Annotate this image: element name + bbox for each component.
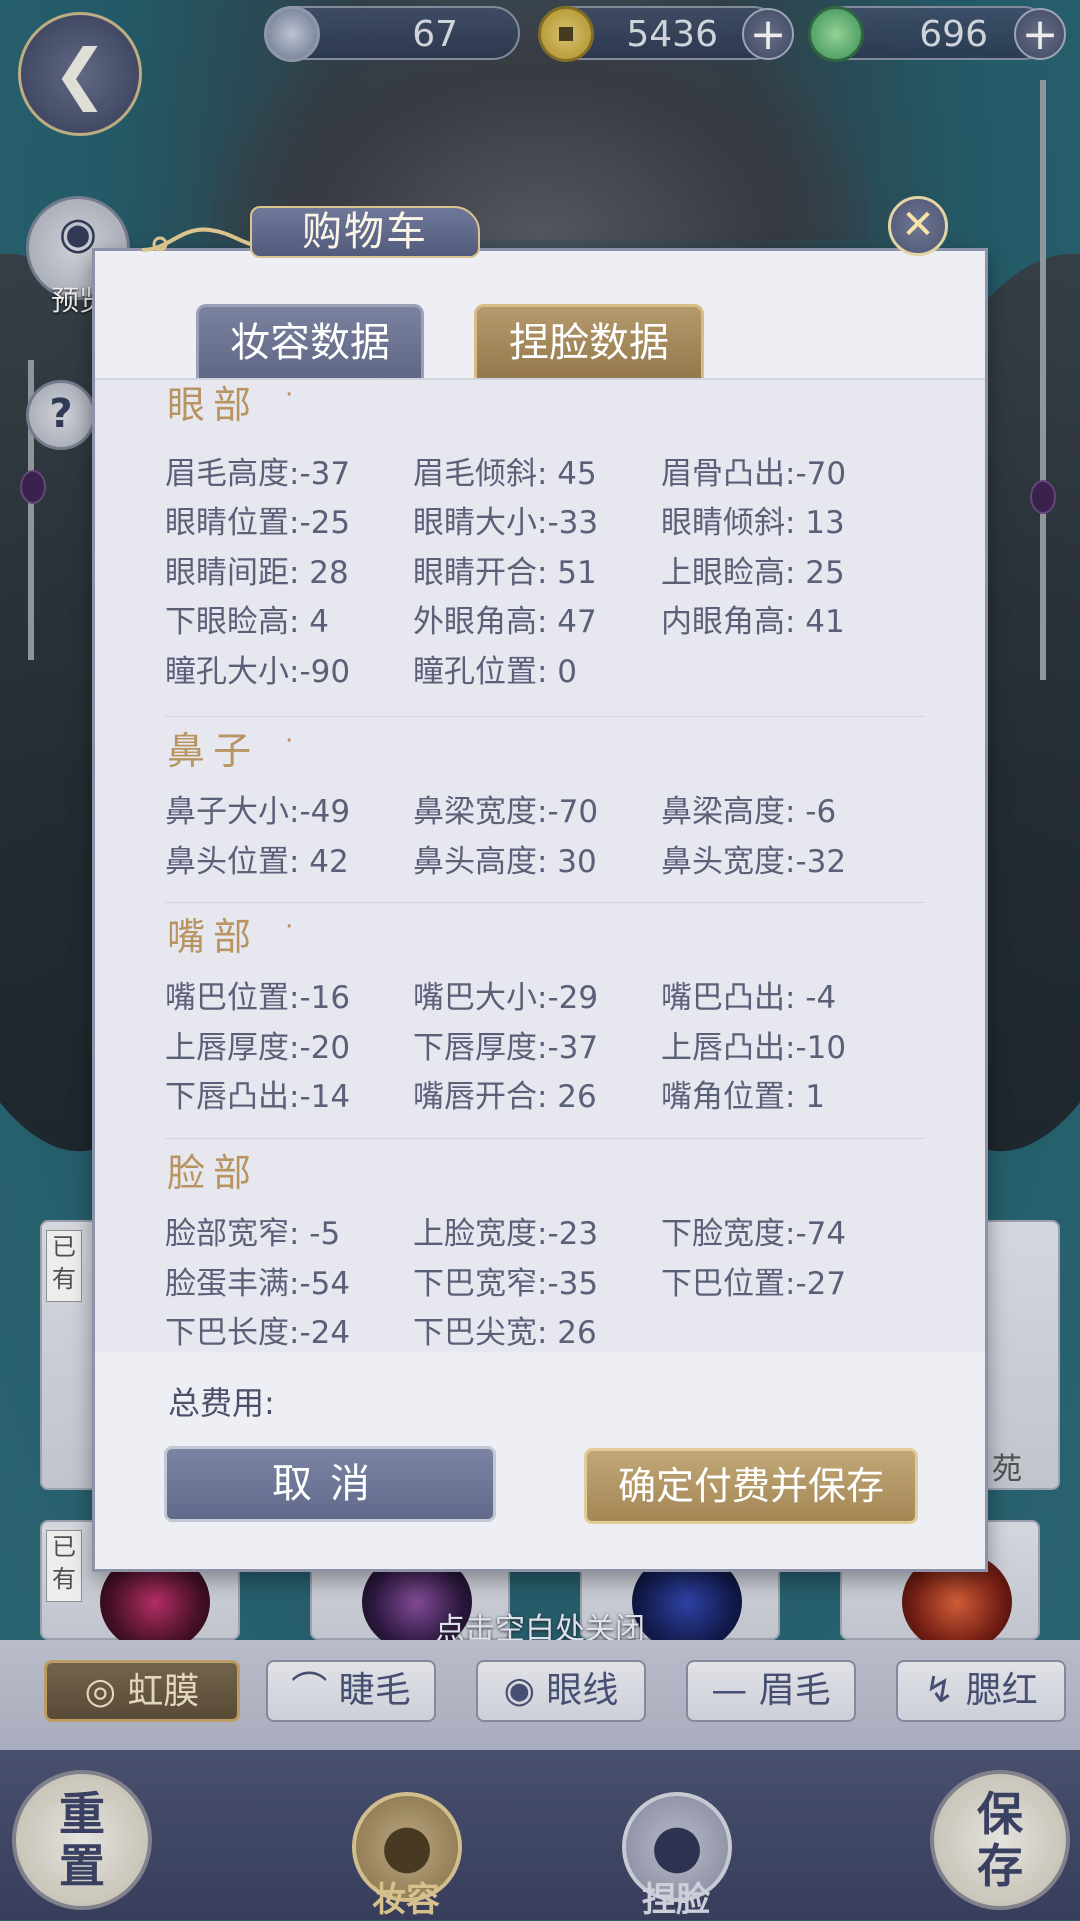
data-item: 嘴角位置: 1 (661, 1079, 826, 1115)
data-item: 嘴巴大小:-29 (413, 980, 599, 1016)
section-dot: · (285, 726, 294, 756)
cancel-button[interactable]: 取消 (164, 1446, 496, 1522)
data-item: 嘴唇开合: 26 (413, 1079, 597, 1115)
data-item: 鼻头位置: 42 (165, 844, 349, 880)
data-item: 眼睛大小:-33 (413, 505, 599, 541)
data-item: 上眼睑高: 25 (661, 555, 845, 591)
data-item: 上唇凸出:-10 (661, 1030, 847, 1066)
tab-face-data[interactable]: 捏脸数据 (474, 304, 704, 378)
close-button[interactable]: ✕ (888, 196, 948, 256)
data-row: 下巴长度:-24 下巴尖宽: 26 (165, 1307, 965, 1351)
data-item: 眉骨凸出:-70 (661, 456, 847, 492)
section-dot: · (285, 380, 294, 410)
section-dot: · (285, 912, 294, 942)
data-item: 下巴长度:-24 (165, 1315, 351, 1351)
data-item: 外眼角高: 47 (413, 604, 597, 640)
data-item: 瞳孔位置: 0 (413, 654, 578, 690)
data-item: 眉毛倾斜: 45 (413, 456, 597, 492)
data-item: 脸部宽窄: -5 (165, 1216, 341, 1252)
data-item: 内眼角高: 41 (661, 604, 845, 640)
data-row: 上唇厚度:-20 下唇厚度:-37 上唇凸出:-10 (165, 1022, 965, 1066)
data-item: 下唇凸出:-14 (165, 1079, 351, 1115)
data-item: 鼻子大小:-49 (165, 794, 351, 830)
data-item: 嘴巴凸出: -4 (661, 980, 837, 1016)
data-item: 眼睛位置:-25 (165, 505, 351, 541)
close-icon: ✕ (901, 202, 935, 248)
total-fee-label: 总费用: (168, 1384, 275, 1422)
section-title-eyes: 眼部 (167, 383, 260, 427)
data-item: 下巴位置:-27 (661, 1266, 847, 1302)
data-item: 上脸宽度:-23 (413, 1216, 599, 1252)
data-row: 瞳孔大小:-90 瞳孔位置: 0 (165, 646, 965, 690)
data-row: 眉毛高度:-37 眉毛倾斜: 45 眉骨凸出:-70 (165, 448, 965, 492)
section-title-face: 脸部 (167, 1151, 260, 1195)
data-item: 脸蛋丰满:-54 (165, 1266, 351, 1302)
data-item: 鼻头宽度:-32 (661, 844, 847, 880)
data-item: 上唇厚度:-20 (165, 1030, 351, 1066)
confirm-pay-save-button[interactable]: 确定付费并保存 (584, 1448, 918, 1524)
modal-title: 购物车 (250, 206, 480, 258)
section-title-mouth: 嘴部 (167, 915, 260, 959)
data-row: 脸部宽窄: -5 上脸宽度:-23 下脸宽度:-74 (165, 1208, 965, 1252)
data-item: 鼻梁宽度:-70 (413, 794, 599, 830)
data-item: 下眼睑高: 4 (165, 604, 330, 640)
data-row: 下唇凸出:-14 嘴唇开合: 26 嘴角位置: 1 (165, 1071, 965, 1115)
data-item: 下唇厚度:-37 (413, 1030, 599, 1066)
section-divider (165, 902, 925, 903)
data-item: 鼻梁高度: -6 (661, 794, 837, 830)
data-item: 眼睛开合: 51 (413, 555, 597, 591)
data-item: 瞳孔大小:-90 (165, 654, 351, 690)
data-item: 眉毛高度:-37 (165, 456, 351, 492)
data-row: 下眼睑高: 4 外眼角高: 47 内眼角高: 41 (165, 596, 965, 640)
data-item: 下巴尖宽: 26 (413, 1315, 597, 1351)
data-item: 下脸宽度:-74 (661, 1216, 847, 1252)
data-row: 嘴巴位置:-16 嘴巴大小:-29 嘴巴凸出: -4 (165, 972, 965, 1016)
data-row: 鼻子大小:-49 鼻梁宽度:-70 鼻梁高度: -6 (165, 786, 965, 830)
data-item: 眼睛间距: 28 (165, 555, 349, 591)
section-divider (165, 1138, 925, 1139)
data-row: 鼻头位置: 42 鼻头高度: 30 鼻头宽度:-32 (165, 836, 965, 880)
data-row: 眼睛位置:-25 眼睛大小:-33 眼睛倾斜: 13 (165, 497, 965, 541)
tab-makeup-data[interactable]: 妆容数据 (196, 304, 424, 378)
data-item: 眼睛倾斜: 13 (661, 505, 845, 541)
data-item: 下巴宽窄:-35 (413, 1266, 599, 1302)
data-row: 脸蛋丰满:-54 下巴宽窄:-35 下巴位置:-27 (165, 1258, 965, 1302)
data-row: 眼睛间距: 28 眼睛开合: 51 上眼睑高: 25 (165, 547, 965, 591)
section-title-nose: 鼻子 (167, 729, 260, 773)
data-item: 鼻头高度: 30 (413, 844, 597, 880)
face-data-list[interactable]: 眼部 · 眉毛高度:-37 眉毛倾斜: 45 眉骨凸出:-70 眼睛位置:-25… (95, 378, 985, 1352)
section-divider (165, 716, 925, 717)
data-item: 嘴巴位置:-16 (165, 980, 351, 1016)
